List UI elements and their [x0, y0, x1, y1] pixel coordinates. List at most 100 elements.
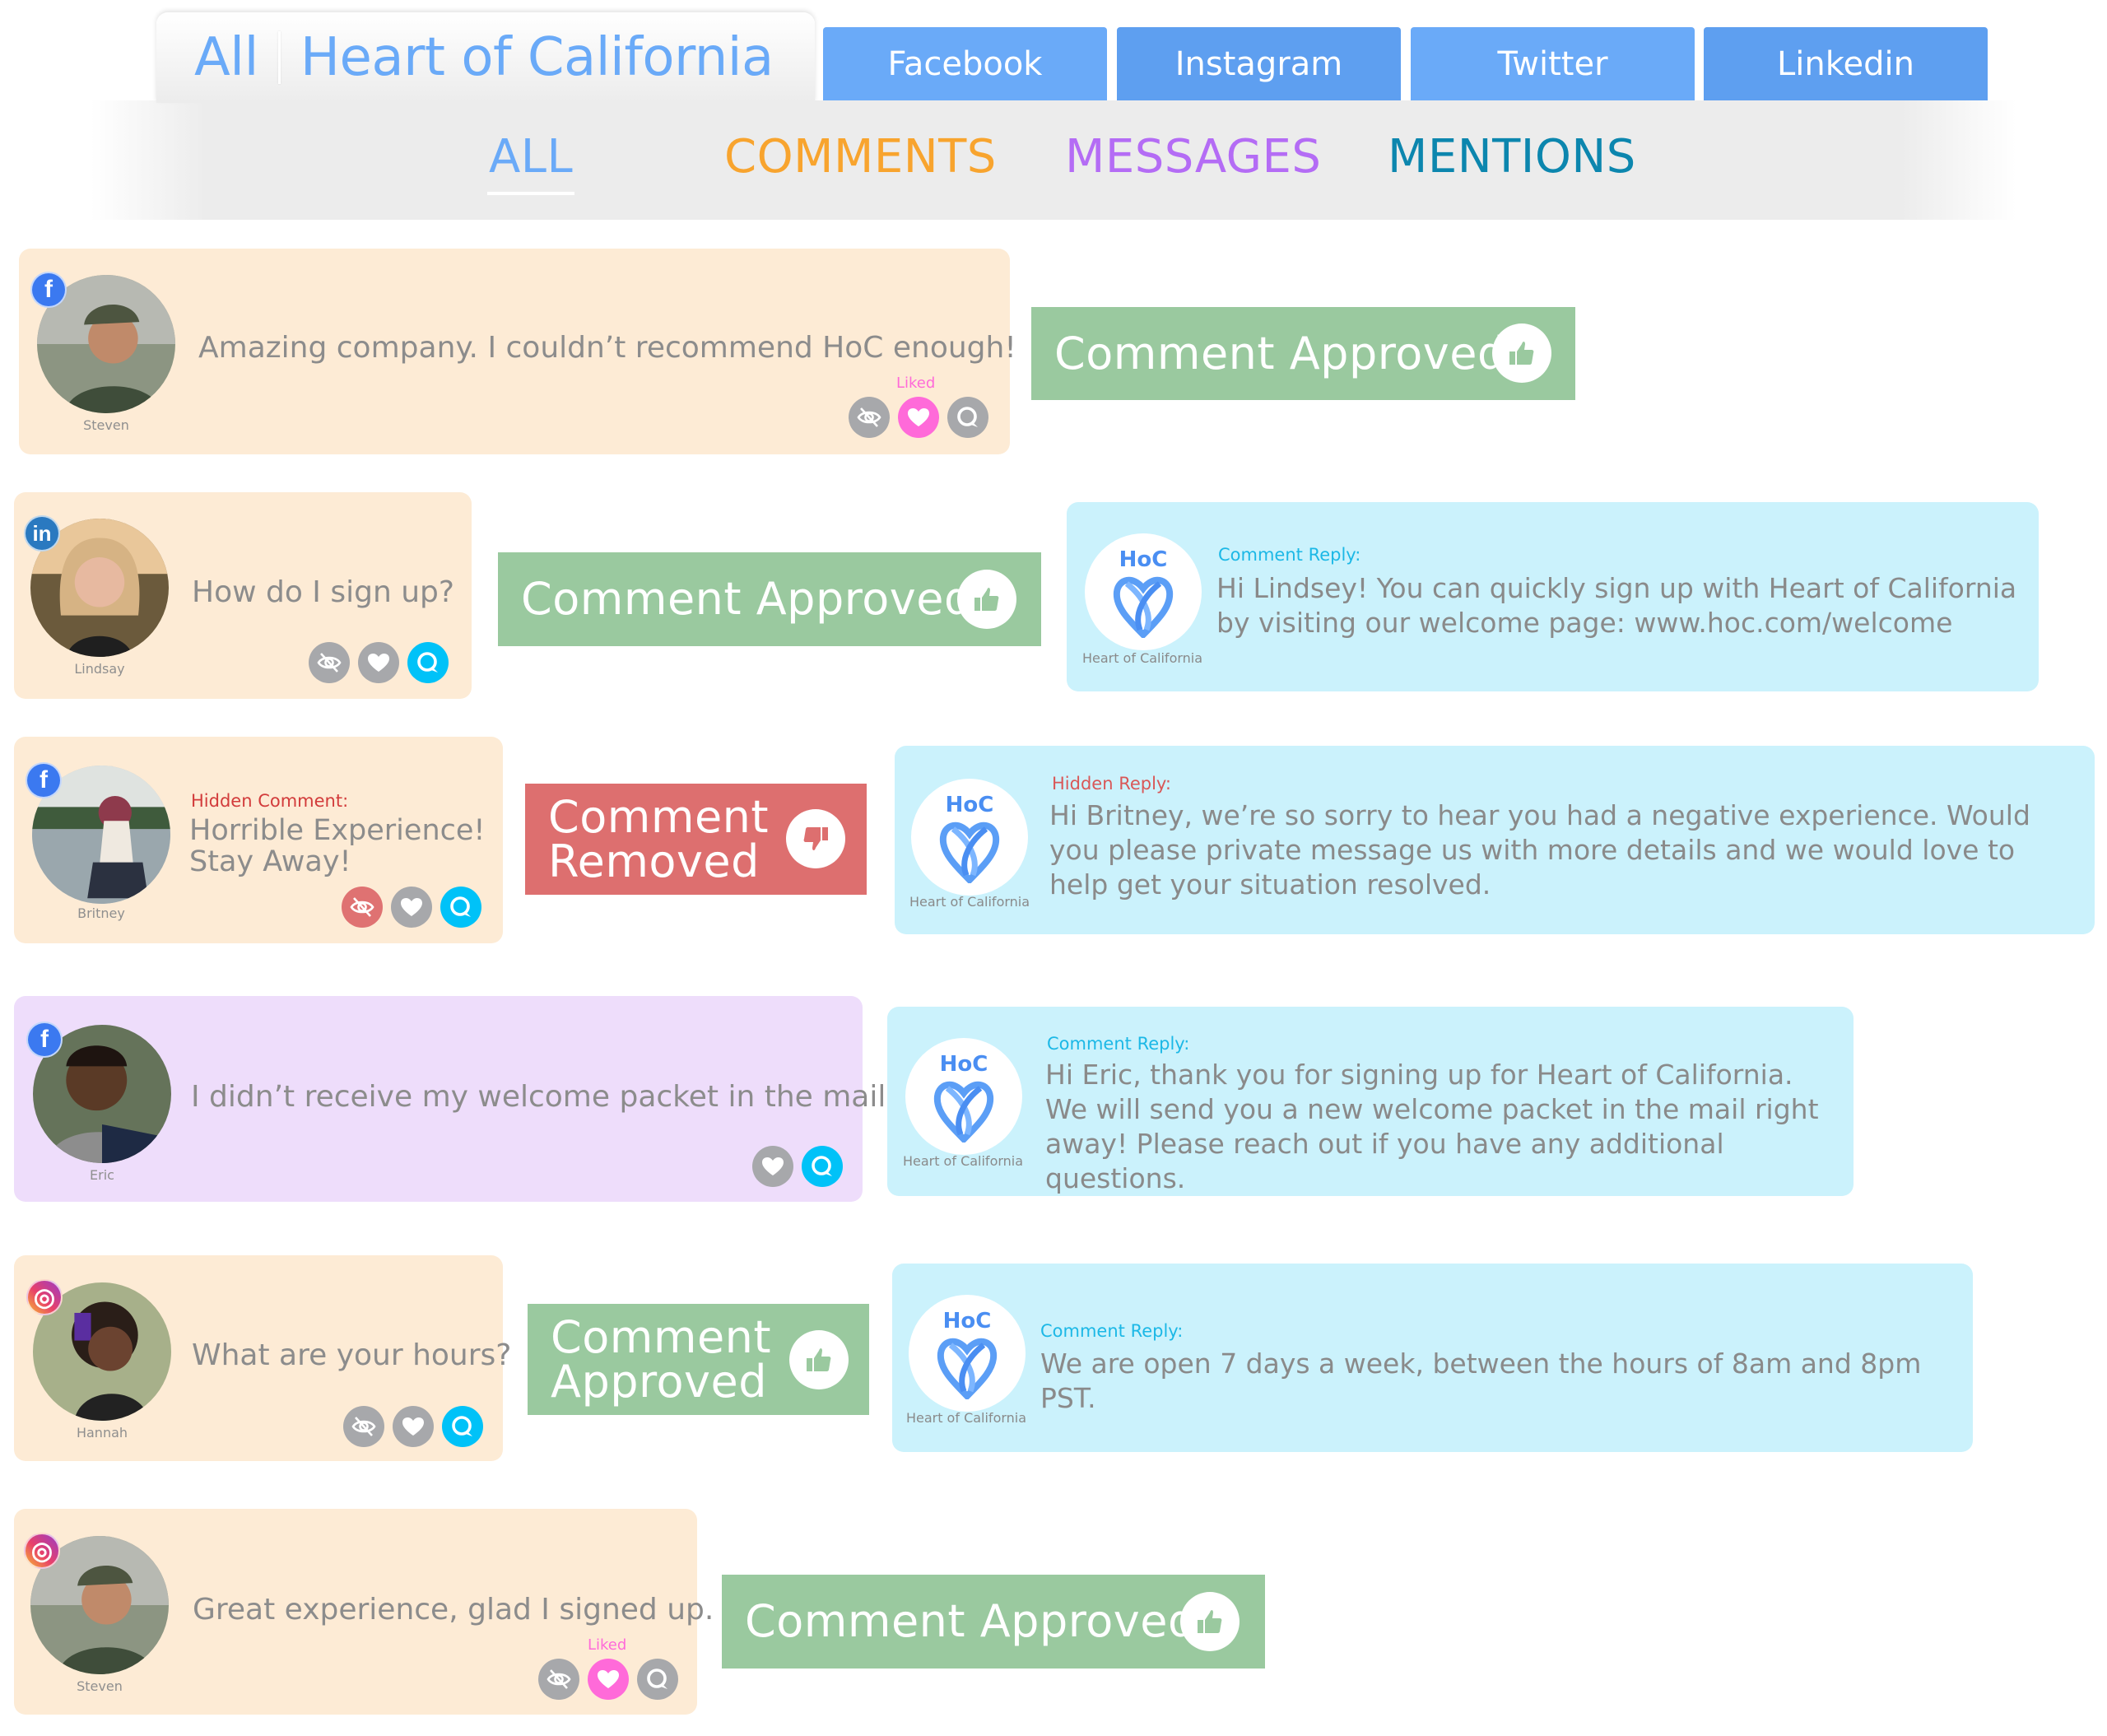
like-button[interactable] [391, 887, 432, 928]
tab-label: Linkedin [1777, 44, 1914, 83]
user-name: Britney [77, 905, 125, 921]
reply-button[interactable] [440, 887, 481, 928]
reply-label: Comment Reply: [1040, 1321, 1184, 1341]
user-name: Steven [77, 1678, 123, 1694]
comment-text: How do I sign up? [192, 575, 455, 609]
status-badge-approved: Comment Approved [528, 1304, 869, 1415]
user-name: Lindsay [74, 661, 125, 677]
eye-off-icon [351, 1413, 377, 1440]
author-name: Heart of California [909, 894, 1030, 910]
liked-label: Liked [588, 1636, 627, 1654]
filter-bar [91, 100, 2016, 220]
heart-icon [595, 1666, 621, 1692]
thumbs-down-icon [786, 809, 845, 868]
author-name: Heart of California [905, 1410, 1027, 1426]
message-text: I didn’t receive my welcome packet in th… [191, 1080, 895, 1114]
like-button[interactable] [358, 642, 399, 683]
like-button[interactable] [588, 1659, 629, 1700]
thumbs-up-icon [957, 570, 1016, 629]
heart-icon [760, 1153, 786, 1180]
hoc-logo: HoC [905, 1038, 1022, 1155]
reply-card: HoC Heart of California Hidden Reply: Hi… [895, 746, 2095, 934]
reply-button[interactable] [947, 397, 988, 438]
filter-tab-all[interactable]: ALL [486, 130, 575, 195]
status-badge-approved: Comment Approved [1031, 307, 1575, 400]
heart-icon [398, 894, 425, 920]
eye-off-icon [316, 649, 342, 676]
like-button[interactable] [752, 1146, 793, 1187]
hide-button[interactable] [309, 642, 350, 683]
filter-tab-comments[interactable]: COMMENTS [724, 130, 997, 184]
hide-button[interactable] [849, 397, 890, 438]
tab-linkedin[interactable]: Linkedin [1704, 27, 1988, 100]
tab-facebook[interactable]: Facebook [823, 27, 1107, 100]
heart-logo-icon [1109, 570, 1178, 638]
thumbs-up-icon [1492, 323, 1551, 383]
comment-text: Horrible Experience! Stay Away! [189, 814, 486, 878]
reply-button[interactable] [442, 1406, 483, 1447]
logo-text: HoC [942, 1309, 992, 1333]
author-name: Heart of California [902, 1153, 1024, 1169]
heart-logo-icon [935, 816, 1004, 883]
hoc-logo: HoC [911, 779, 1028, 896]
scope-all-label[interactable]: All [194, 27, 258, 88]
heart-logo-icon [933, 1332, 1002, 1399]
divider [277, 31, 281, 84]
tab-instagram[interactable]: Instagram [1117, 27, 1401, 100]
liked-label: Liked [896, 375, 936, 392]
brand-tab[interactable]: All Heart of California [156, 12, 815, 103]
message-card: f Eric I didn’t receive my welcome packe… [14, 996, 895, 1202]
tab-label: Instagram [1174, 44, 1343, 83]
reply-text: Hi Britney, we’re so sorry to hear you h… [1049, 799, 2030, 901]
reply-button[interactable] [802, 1146, 843, 1187]
heart-logo-icon [929, 1075, 998, 1143]
reply-label: Comment Reply: [1047, 1034, 1190, 1054]
eye-off-icon [349, 894, 375, 920]
status-badge-approved: Comment Approved [722, 1575, 1265, 1669]
instagram-icon: ◎ [24, 1533, 60, 1569]
reply-label: Comment Reply: [1218, 545, 1361, 565]
reply-card: HoC Heart of California Comment Reply: W… [892, 1264, 1973, 1452]
reply-label: Hidden Reply: [1052, 774, 1171, 794]
logo-text: HoC [945, 793, 994, 817]
hide-button[interactable] [538, 1659, 579, 1700]
chat-icon [449, 1413, 476, 1440]
facebook-icon: f [26, 1022, 63, 1058]
heart-icon [905, 404, 932, 431]
status-label: Comment Approved [1054, 327, 1506, 379]
chat-icon [415, 649, 441, 676]
chat-icon [644, 1666, 671, 1692]
facebook-icon: f [26, 762, 62, 798]
reply-button[interactable] [637, 1659, 678, 1700]
filter-tab-messages[interactable]: MESSAGES [1065, 130, 1321, 184]
user-name: Steven [83, 417, 129, 433]
comment-text: Amazing company. I couldn’t recommend Ho… [198, 331, 1016, 365]
status-label: Comment Removed [548, 790, 770, 887]
comment-card: f Britney Hidden Comment: Horrible Exper… [14, 737, 503, 943]
reply-button[interactable] [407, 642, 449, 683]
chat-icon [955, 404, 981, 431]
like-button[interactable] [393, 1406, 434, 1447]
status-label: Comment Approved [551, 1310, 772, 1408]
hidden-comment-label: Hidden Comment: [191, 791, 349, 811]
like-button[interactable] [898, 397, 939, 438]
eye-off-icon [546, 1666, 572, 1692]
reply-text: Hi Eric, thank you for signing up for He… [1045, 1059, 1819, 1194]
hide-button[interactable] [342, 887, 383, 928]
hide-button[interactable] [343, 1406, 384, 1447]
comment-card: ◎ Hannah What are your hours? [14, 1255, 511, 1461]
tab-twitter[interactable]: Twitter [1411, 27, 1695, 100]
heart-icon [400, 1413, 426, 1440]
filter-tab-mentions[interactable]: MENTIONS [1388, 130, 1636, 184]
linkedin-icon: in [24, 515, 60, 552]
status-badge-approved: Comment Approved [498, 552, 1041, 646]
author-name: Heart of California [1081, 650, 1203, 666]
user-name: Eric [90, 1167, 114, 1183]
status-label: Comment Approved [745, 1595, 1197, 1647]
reply-text: Hi Lindsey! You can quickly sign up with… [1216, 572, 2017, 639]
tab-label: Facebook [887, 44, 1043, 83]
comment-card: f Steven Amazing company. I couldn’t rec… [19, 249, 1016, 454]
logo-text: HoC [1119, 547, 1168, 572]
thumbs-up-icon [789, 1330, 849, 1389]
hoc-logo: HoC [909, 1295, 1026, 1412]
